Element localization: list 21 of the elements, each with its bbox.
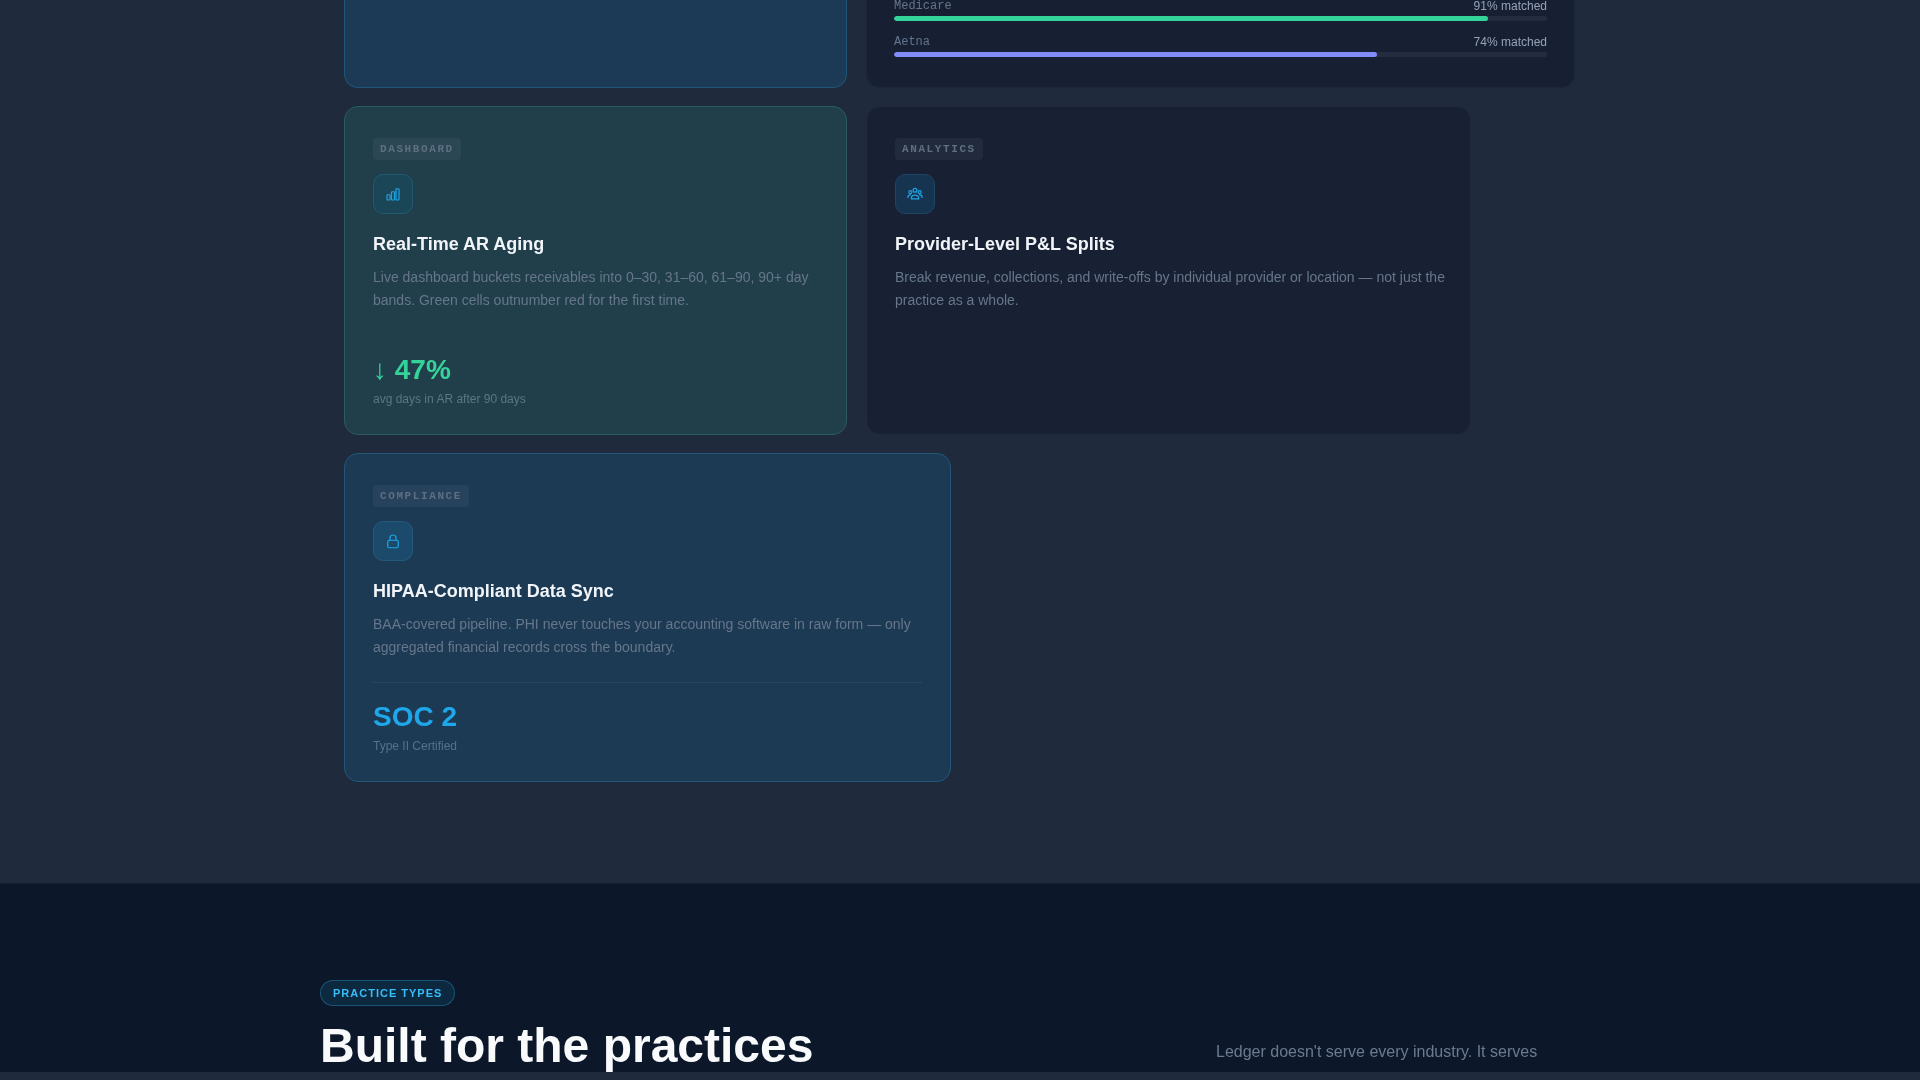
card-title: Real-Time AR Aging — [373, 233, 546, 256]
card-description: Live dashboard buckets receivables into 0–30, 31–60, 61–90, 90+ day bands. Green cells outnumber red for the first time. — [373, 268, 810, 310]
match-reading: 74% matched — [1473, 36, 1547, 48]
card-title: Provider-Level P&L Splits — [895, 233, 1116, 256]
card-title: HIPAA-Compliant Data Sync — [373, 579, 615, 603]
card-description: Break revenue, collections, and write-offs by individual provider or location — not just the practice as a whole. — [895, 268, 1446, 310]
payer-label: Aetna — [894, 36, 930, 48]
stat-value: ↓ 47% — [373, 353, 452, 387]
card-description: BAA-covered pipeline. PHI never touches your accounting software in raw form — only aggregated financial records cross the boundary. — [373, 615, 912, 657]
section-heading: Built for the practices — [320, 1019, 814, 1073]
people-icon — [895, 174, 935, 214]
lock-icon — [373, 520, 413, 561]
stat-caption: avg days in AR after 90 days — [373, 390, 527, 407]
payer-label: Medicare — [894, 0, 952, 12]
section-tag: PRACTICE TYPES — [320, 979, 456, 1006]
category-tag: COMPLIANCE — [373, 484, 469, 507]
section-intro: Ledger doesn't serve every industry. It serves — [1216, 1041, 1539, 1062]
bar-chart-icon — [373, 174, 413, 214]
match-reading: 91% matched — [1473, 0, 1547, 12]
stat-value: SOC 2 — [373, 700, 459, 734]
category-tag: ANALYTICS — [895, 138, 983, 160]
